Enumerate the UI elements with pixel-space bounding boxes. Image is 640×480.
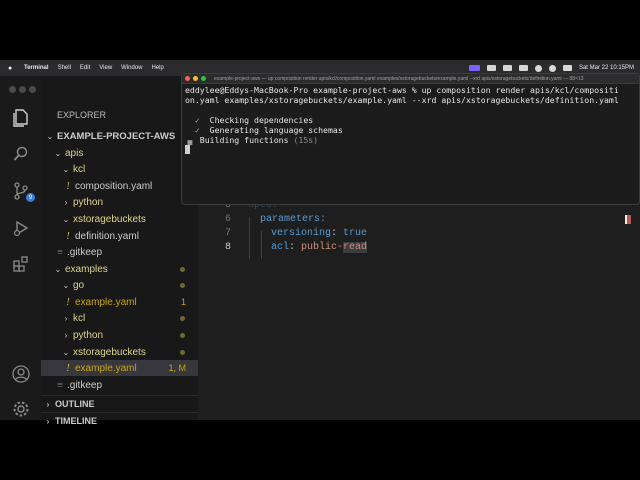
activity-bar: 9 [0, 76, 41, 420]
file-icon: ≡ [56, 246, 64, 258]
menu-window[interactable]: Window [121, 65, 142, 71]
tree-folder-xstoragebuckets[interactable]: ⌄ xstoragebuckets [41, 211, 198, 227]
chevron-down-icon: ⌄ [54, 148, 62, 158]
terminal-step-1: ✓ Checking dependencies [194, 115, 314, 125]
problem-count: 1 [180, 297, 186, 307]
terminal-cursor [185, 145, 190, 154]
tree-folder-apis[interactable]: ⌄ apis [41, 145, 198, 161]
tree-file-composition[interactable]: ! composition.yaml [41, 178, 198, 194]
tree-folder-kcl[interactable]: ⌄ kcl [41, 161, 198, 177]
spinner-icon: ▗▖ [185, 135, 195, 145]
chevron-right-icon: › [64, 330, 68, 340]
chevron-down-icon: ⌄ [54, 264, 62, 274]
tree-file-gitkeep[interactable]: ≡ .gitkeep [41, 244, 198, 260]
account-icon[interactable] [12, 365, 30, 383]
chevron-right-icon: › [64, 313, 68, 323]
menu-help[interactable]: Help [152, 65, 164, 71]
menubar-clock[interactable]: Sat Mar 22 10:15PM [579, 65, 634, 71]
explorer-icon[interactable] [12, 109, 30, 127]
yaml-file-icon: ! [66, 230, 70, 242]
sidebar-title: EXPLORER [57, 110, 107, 120]
modified-dot [180, 315, 185, 321]
tree-folder-python[interactable]: › python [41, 194, 198, 210]
scm-badge: 9 [26, 193, 35, 202]
tree-file-go-example[interactable]: ! example.yaml 1 [41, 294, 198, 310]
tree-root-project[interactable]: ⌄ EXAMPLE-PROJECT-AWS [41, 128, 198, 144]
tree-folder-examples[interactable]: ⌄ examples [41, 261, 198, 277]
screen-record-icon[interactable] [468, 65, 480, 71]
spotlight-icon[interactable] [548, 64, 556, 72]
explorer-sidebar: EXPLORER ⌄ EXAMPLE-PROJECT-AWS ⌄ apis ⌄ … [41, 76, 198, 426]
extensions-icon[interactable] [12, 255, 30, 273]
yaml-file-icon: ! [66, 296, 70, 308]
yaml-file-icon: ! [66, 180, 70, 192]
battery-icon[interactable] [518, 65, 528, 71]
menu-terminal[interactable]: Terminal [24, 65, 49, 71]
chevron-down-icon: ⌄ [62, 214, 70, 224]
chevron-down-icon: ⌄ [62, 280, 70, 290]
run-debug-icon[interactable] [12, 219, 30, 237]
outline-section-header[interactable]: › OUTLINE [41, 395, 198, 412]
scrollbar-marker[interactable] [625, 215, 631, 224]
wifi-icon[interactable] [534, 64, 542, 72]
terminal-close-button[interactable] [185, 76, 190, 81]
modified-dot [180, 282, 185, 288]
settings-icon[interactable] [12, 400, 30, 418]
tree-folder-examples-xstoragebuckets[interactable]: ⌄ xstoragebuckets [41, 344, 198, 360]
check-icon: ✓ [194, 115, 200, 125]
tree-folder-go[interactable]: ⌄ go [41, 277, 198, 293]
modified-dot [180, 266, 185, 272]
window-zoom-button[interactable] [29, 86, 36, 93]
tree-file-xsb-example[interactable]: ! example.yaml 1, M [41, 360, 198, 376]
terminal-title: example-project-aws — up composition ren… [214, 75, 584, 82]
timeline-section-header[interactable]: › TIMELINE [41, 412, 198, 429]
tree-folder-examples-python[interactable]: › python [41, 327, 198, 343]
menu-edit[interactable]: Edit [80, 65, 90, 71]
tree-folder-examples-kcl[interactable]: › kcl [41, 310, 198, 326]
check-icon: ✓ [194, 125, 200, 135]
tree-file-definition[interactable]: ! definition.yaml [41, 228, 198, 244]
chevron-right-icon: › [46, 416, 50, 426]
modified-dot [180, 332, 185, 338]
keyboard-icon[interactable] [502, 65, 512, 71]
tree-file-examples-gitkeep[interactable]: ≡ .gitkeep [41, 377, 198, 393]
terminal-zoom-button[interactable] [201, 76, 206, 81]
menu-view[interactable]: View [99, 65, 112, 71]
menu-shell[interactable]: Shell [58, 65, 71, 71]
chevron-down-icon: ⌄ [62, 347, 70, 357]
yaml-file-icon: ! [66, 362, 70, 374]
code-line-6[interactable]: 6 parameters: [198, 212, 640, 226]
window-close-button[interactable] [9, 86, 16, 93]
search-icon[interactable] [12, 145, 30, 163]
modified-dot [180, 349, 185, 355]
code-line-8[interactable]: 8 acl: public-read [198, 240, 640, 254]
control-center-icon[interactable] [562, 65, 572, 71]
chevron-down-icon: ⌄ [62, 164, 70, 174]
terminal-step-3: ▗▖ Building functions (15s) [185, 135, 319, 145]
terminal-minimize-button[interactable] [193, 76, 198, 81]
problem-count: 1, M [168, 363, 186, 373]
code-line-7[interactable]: 7 versioning: true [198, 226, 640, 240]
terminal-step-2: ✓ Generating language schemas [194, 125, 343, 135]
file-icon: ≡ [56, 379, 64, 391]
chevron-down-icon: ⌄ [46, 131, 54, 141]
window-minimize-button[interactable] [19, 86, 26, 93]
chevron-right-icon: › [46, 399, 50, 409]
terminal-command-line-1: eddylee@Eddys-MacBook-Pro example-projec… [185, 85, 619, 95]
display-icon[interactable] [486, 65, 496, 71]
chevron-right-icon: › [64, 197, 68, 207]
terminal-titlebar[interactable]: example-project-aws — up composition ren… [182, 74, 639, 84]
terminal-command-line-2: on.yaml examples/xstoragebuckets/example… [185, 95, 619, 105]
apple-icon[interactable]: ● [8, 65, 18, 72]
terminal-window[interactable]: example-project-aws — up composition ren… [181, 73, 640, 205]
